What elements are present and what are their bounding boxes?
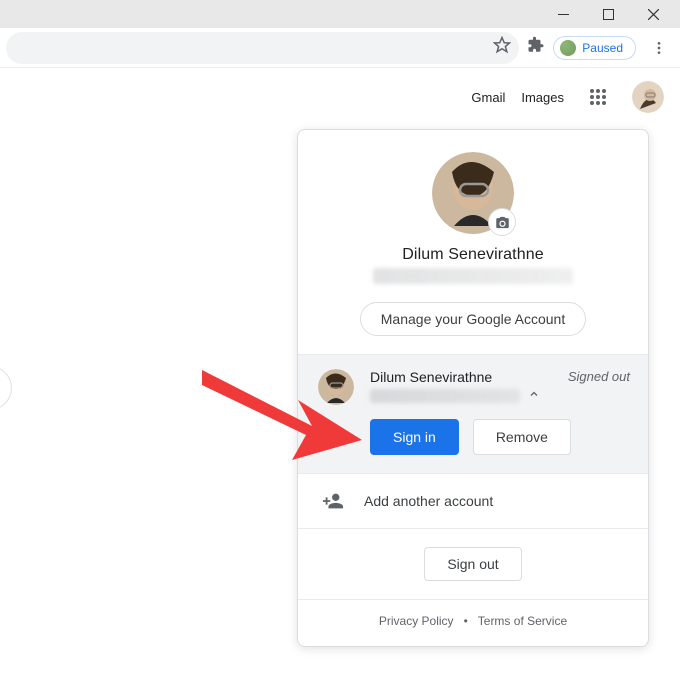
window-minimize-button[interactable] (541, 0, 586, 28)
other-account-avatar (318, 369, 354, 405)
add-account-label: Add another account (364, 493, 493, 509)
maximize-icon (603, 9, 614, 20)
omnibar-right (6, 32, 519, 64)
kebab-icon (651, 40, 667, 56)
profile-dot-icon (560, 40, 576, 56)
sign-out-button[interactable]: Sign out (424, 547, 521, 581)
sign-out-section: Sign out (298, 528, 648, 599)
primary-account-email (373, 268, 573, 284)
sync-paused-pill[interactable]: Paused (553, 36, 636, 60)
change-photo-button[interactable] (488, 208, 516, 236)
legal-links: Privacy Policy • Terms of Service (298, 599, 648, 646)
account-primary-section: Dilum Senevirathne Manage your Google Ac… (298, 130, 648, 354)
avatar-icon (632, 81, 664, 113)
browser-toolbar: Paused (0, 28, 680, 68)
google-apps-button[interactable] (580, 79, 616, 115)
other-account-row[interactable]: Dilum Senevirathne Signed out (318, 369, 628, 405)
google-top-nav: Gmail Images (0, 68, 680, 126)
add-account-row[interactable]: Add another account (298, 473, 648, 528)
sign-in-button[interactable]: Sign in (370, 419, 459, 455)
close-icon (648, 9, 659, 20)
other-account-section: Dilum Senevirathne Signed out Sign in Re… (298, 354, 648, 473)
browser-menu-button[interactable] (644, 40, 674, 56)
person-add-icon (322, 490, 344, 512)
account-popup: Dilum Senevirathne Manage your Google Ac… (297, 129, 649, 647)
gmail-link[interactable]: Gmail (471, 90, 505, 105)
window-maximize-button[interactable] (586, 0, 631, 28)
window-titlebar (0, 0, 680, 28)
other-account-email (370, 389, 520, 403)
primary-account-name: Dilum Senevirathne (318, 246, 628, 264)
bookmark-star-icon[interactable] (493, 36, 511, 59)
grid-apps-icon (589, 88, 607, 106)
minimize-icon (558, 9, 569, 20)
terms-of-service-link[interactable]: Terms of Service (478, 614, 567, 628)
avatar-button[interactable] (632, 81, 664, 113)
images-link[interactable]: Images (521, 90, 564, 105)
paused-label: Paused (582, 41, 623, 55)
remove-account-button[interactable]: Remove (473, 419, 571, 455)
chevron-up-icon (528, 388, 540, 400)
left-edge-slice (0, 366, 12, 410)
window-close-button[interactable] (631, 0, 676, 28)
privacy-policy-link[interactable]: Privacy Policy (379, 614, 454, 628)
other-account-status: Signed out (568, 369, 630, 384)
dot-separator: • (464, 614, 468, 628)
camera-icon (495, 215, 510, 230)
extensions-icon[interactable] (527, 36, 545, 59)
manage-account-button[interactable]: Manage your Google Account (360, 302, 586, 336)
